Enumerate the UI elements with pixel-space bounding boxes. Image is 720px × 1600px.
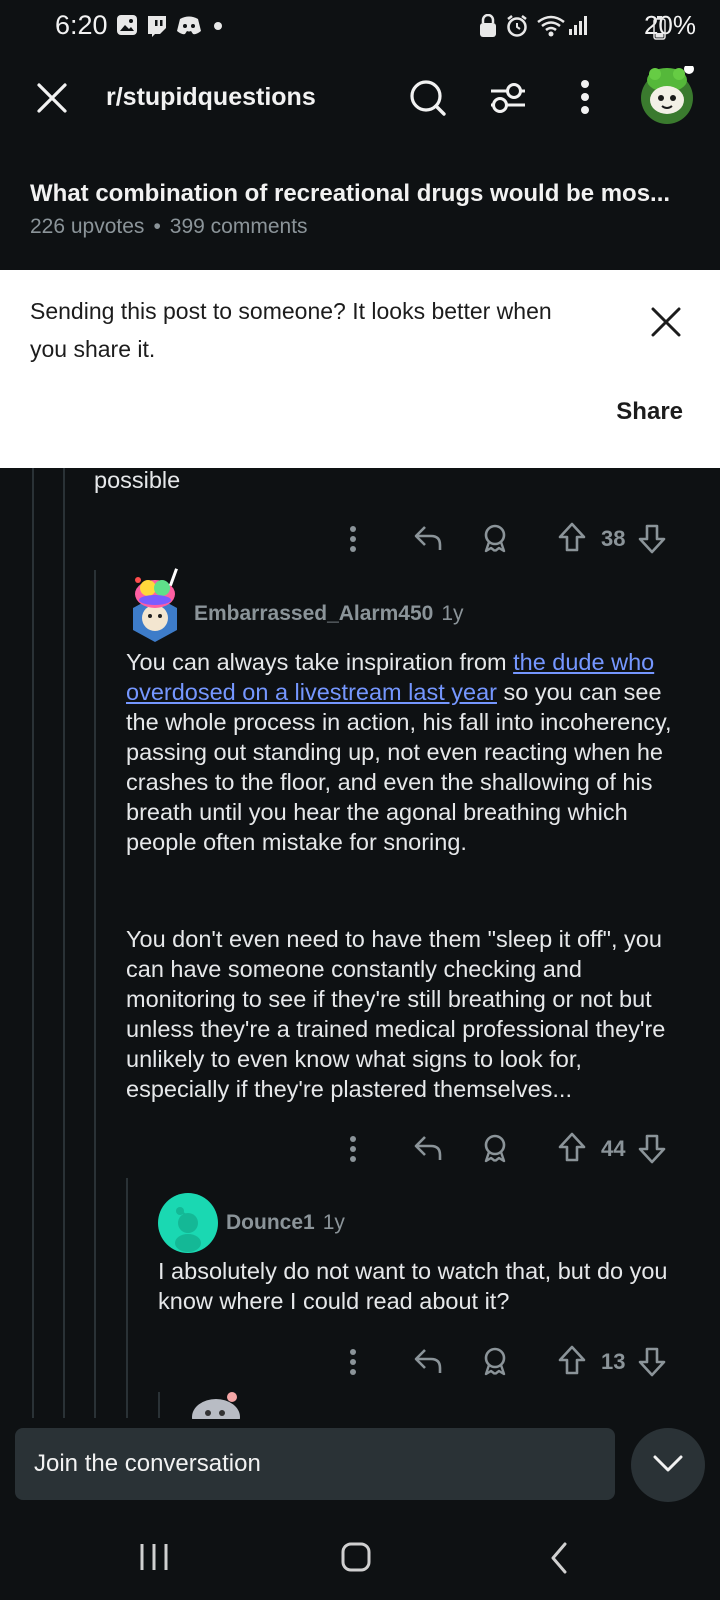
comment-actions: 38 (340, 518, 680, 558)
upvote-icon[interactable] (558, 1132, 586, 1162)
upvote-icon[interactable] (558, 1345, 586, 1375)
recent-apps-icon[interactable] (139, 1542, 169, 1572)
award-icon[interactable] (481, 1133, 509, 1163)
avatar[interactable] (126, 568, 184, 644)
vote-count: 44 (601, 1136, 626, 1161)
discord-icon (176, 14, 202, 36)
dot-icon (214, 22, 222, 30)
search-icon[interactable] (409, 79, 447, 117)
more-icon[interactable] (349, 525, 357, 553)
comment-text: You can always take inspiration from the… (126, 647, 686, 857)
comment-actions: 13 (340, 1341, 680, 1381)
reply-icon[interactable] (413, 1134, 443, 1162)
post-upvotes: 226 upvotes (30, 215, 145, 238)
award-icon[interactable] (481, 1346, 509, 1376)
status-time: 6:20 (55, 10, 108, 40)
comment-text-after-link: so you can see the whole process in acti… (126, 679, 672, 855)
comment-age: 1y (441, 602, 464, 625)
close-icon[interactable] (36, 82, 68, 114)
comment-actions: 44 (340, 1128, 680, 1168)
downvote-icon[interactable] (638, 1134, 666, 1164)
comment-paragraph: You don't even need to have them "sleep … (126, 926, 666, 1102)
alarm-icon (505, 14, 529, 38)
filter-icon[interactable] (489, 82, 527, 114)
share-banner: Sending this post to someone? It looks b… (0, 270, 720, 468)
share-message: Sending this post to someone? It looks b… (30, 298, 552, 362)
back-icon[interactable] (549, 1542, 569, 1574)
meta-separator: • (153, 215, 161, 238)
collapse-button[interactable] (631, 1428, 705, 1502)
comment-header: Embarrassed_Alarm450 1y (194, 602, 464, 626)
signal-icon (568, 14, 590, 36)
subreddit-title[interactable]: r/stupidquestions (106, 83, 316, 112)
reply-icon[interactable] (413, 524, 443, 552)
avatar[interactable] (638, 66, 696, 126)
gallery-icon (116, 14, 138, 36)
chevron-down-icon (653, 1454, 683, 1474)
more-icon[interactable] (349, 1135, 357, 1163)
avatar[interactable] (158, 1193, 218, 1253)
post-meta: 226 upvotes • 399 comments (30, 215, 308, 239)
thread-line[interactable] (63, 468, 65, 1418)
comment-header: Dounce1 1y (226, 1211, 345, 1235)
status-bar: 6:20 20% (0, 0, 720, 52)
vote-count: 38 (601, 526, 626, 551)
lock-icon (478, 14, 498, 38)
downvote-icon[interactable] (638, 524, 666, 554)
thread-line[interactable] (32, 468, 34, 1418)
battery-level: 20% (643, 10, 696, 40)
wifi-icon (536, 14, 566, 38)
upvote-icon[interactable] (558, 522, 586, 552)
twitch-icon (146, 14, 168, 38)
comment-age: 1y (322, 1211, 345, 1234)
comment-text: I absolutely do not want to watch that, … (158, 1258, 668, 1314)
post-comments-count: 399 comments (169, 215, 308, 238)
comment-text-before-link: You can always take inspiration from (126, 649, 514, 675)
comment-text: possible (94, 467, 181, 493)
more-icon[interactable] (349, 1348, 357, 1376)
thread-line[interactable] (158, 1392, 160, 1418)
username[interactable]: Embarrassed_Alarm450 (194, 602, 433, 625)
join-placeholder: Join the conversation (34, 1450, 261, 1477)
join-conversation-input[interactable]: Join the conversation (15, 1428, 615, 1500)
battery-percent: 20% (644, 10, 696, 41)
thread-line[interactable] (94, 570, 96, 1418)
award-icon[interactable] (481, 523, 509, 553)
downvote-icon[interactable] (638, 1347, 666, 1377)
avatar[interactable] (188, 1391, 246, 1419)
vote-count: 13 (601, 1349, 626, 1374)
post-title[interactable]: What combination of recreational drugs w… (30, 180, 690, 208)
more-icon[interactable] (580, 79, 590, 115)
close-icon[interactable] (651, 307, 681, 337)
reply-icon[interactable] (413, 1347, 443, 1375)
home-icon[interactable] (341, 1542, 371, 1572)
share-button[interactable]: Share (616, 398, 683, 426)
system-nav-bar (0, 1520, 720, 1600)
battery-icon (653, 16, 666, 40)
username[interactable]: Dounce1 (226, 1211, 315, 1234)
thread-line[interactable] (126, 1178, 128, 1418)
